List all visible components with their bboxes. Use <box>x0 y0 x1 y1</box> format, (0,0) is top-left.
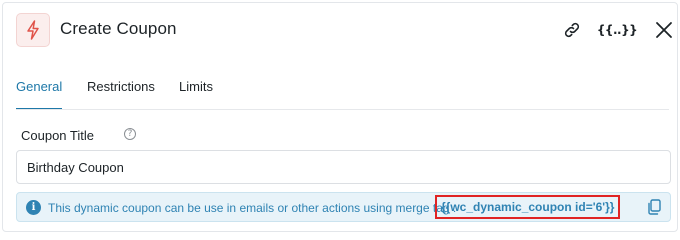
coupon-title-label: Coupon Title <box>21 128 94 143</box>
help-icon[interactable]: ? <box>124 128 136 140</box>
merge-tag-icon[interactable]: {{..}} <box>597 17 638 43</box>
link-icon[interactable] <box>559 17 585 43</box>
tab-general[interactable]: General <box>16 79 63 110</box>
page-title: Create Coupon <box>60 19 177 38</box>
merge-tag-value[interactable]: {{wc_dynamic_coupon id='6'}} <box>435 195 621 219</box>
lightning-bolt-icon <box>16 13 50 47</box>
notice-message: This dynamic coupon can be use in emails… <box>48 201 457 215</box>
tab-limits[interactable]: Limits <box>179 79 213 109</box>
merge-tag-notice: i This dynamic coupon can be use in emai… <box>16 192 671 222</box>
close-icon[interactable] <box>651 17 677 43</box>
tab-bar: General Restrictions Limits <box>3 67 677 111</box>
create-coupon-panel: Create Coupon {{..}} General Restriction… <box>2 2 678 232</box>
tab-restrictions[interactable]: Restrictions <box>87 79 155 109</box>
coupon-title-input[interactable] <box>16 150 671 184</box>
info-icon: i <box>26 200 41 215</box>
copy-icon[interactable] <box>645 198 663 216</box>
notice-text: This dynamic coupon can be use in emails… <box>48 201 456 215</box>
tabs-divider <box>16 109 669 110</box>
panel-header: Create Coupon {{..}} <box>3 3 677 57</box>
